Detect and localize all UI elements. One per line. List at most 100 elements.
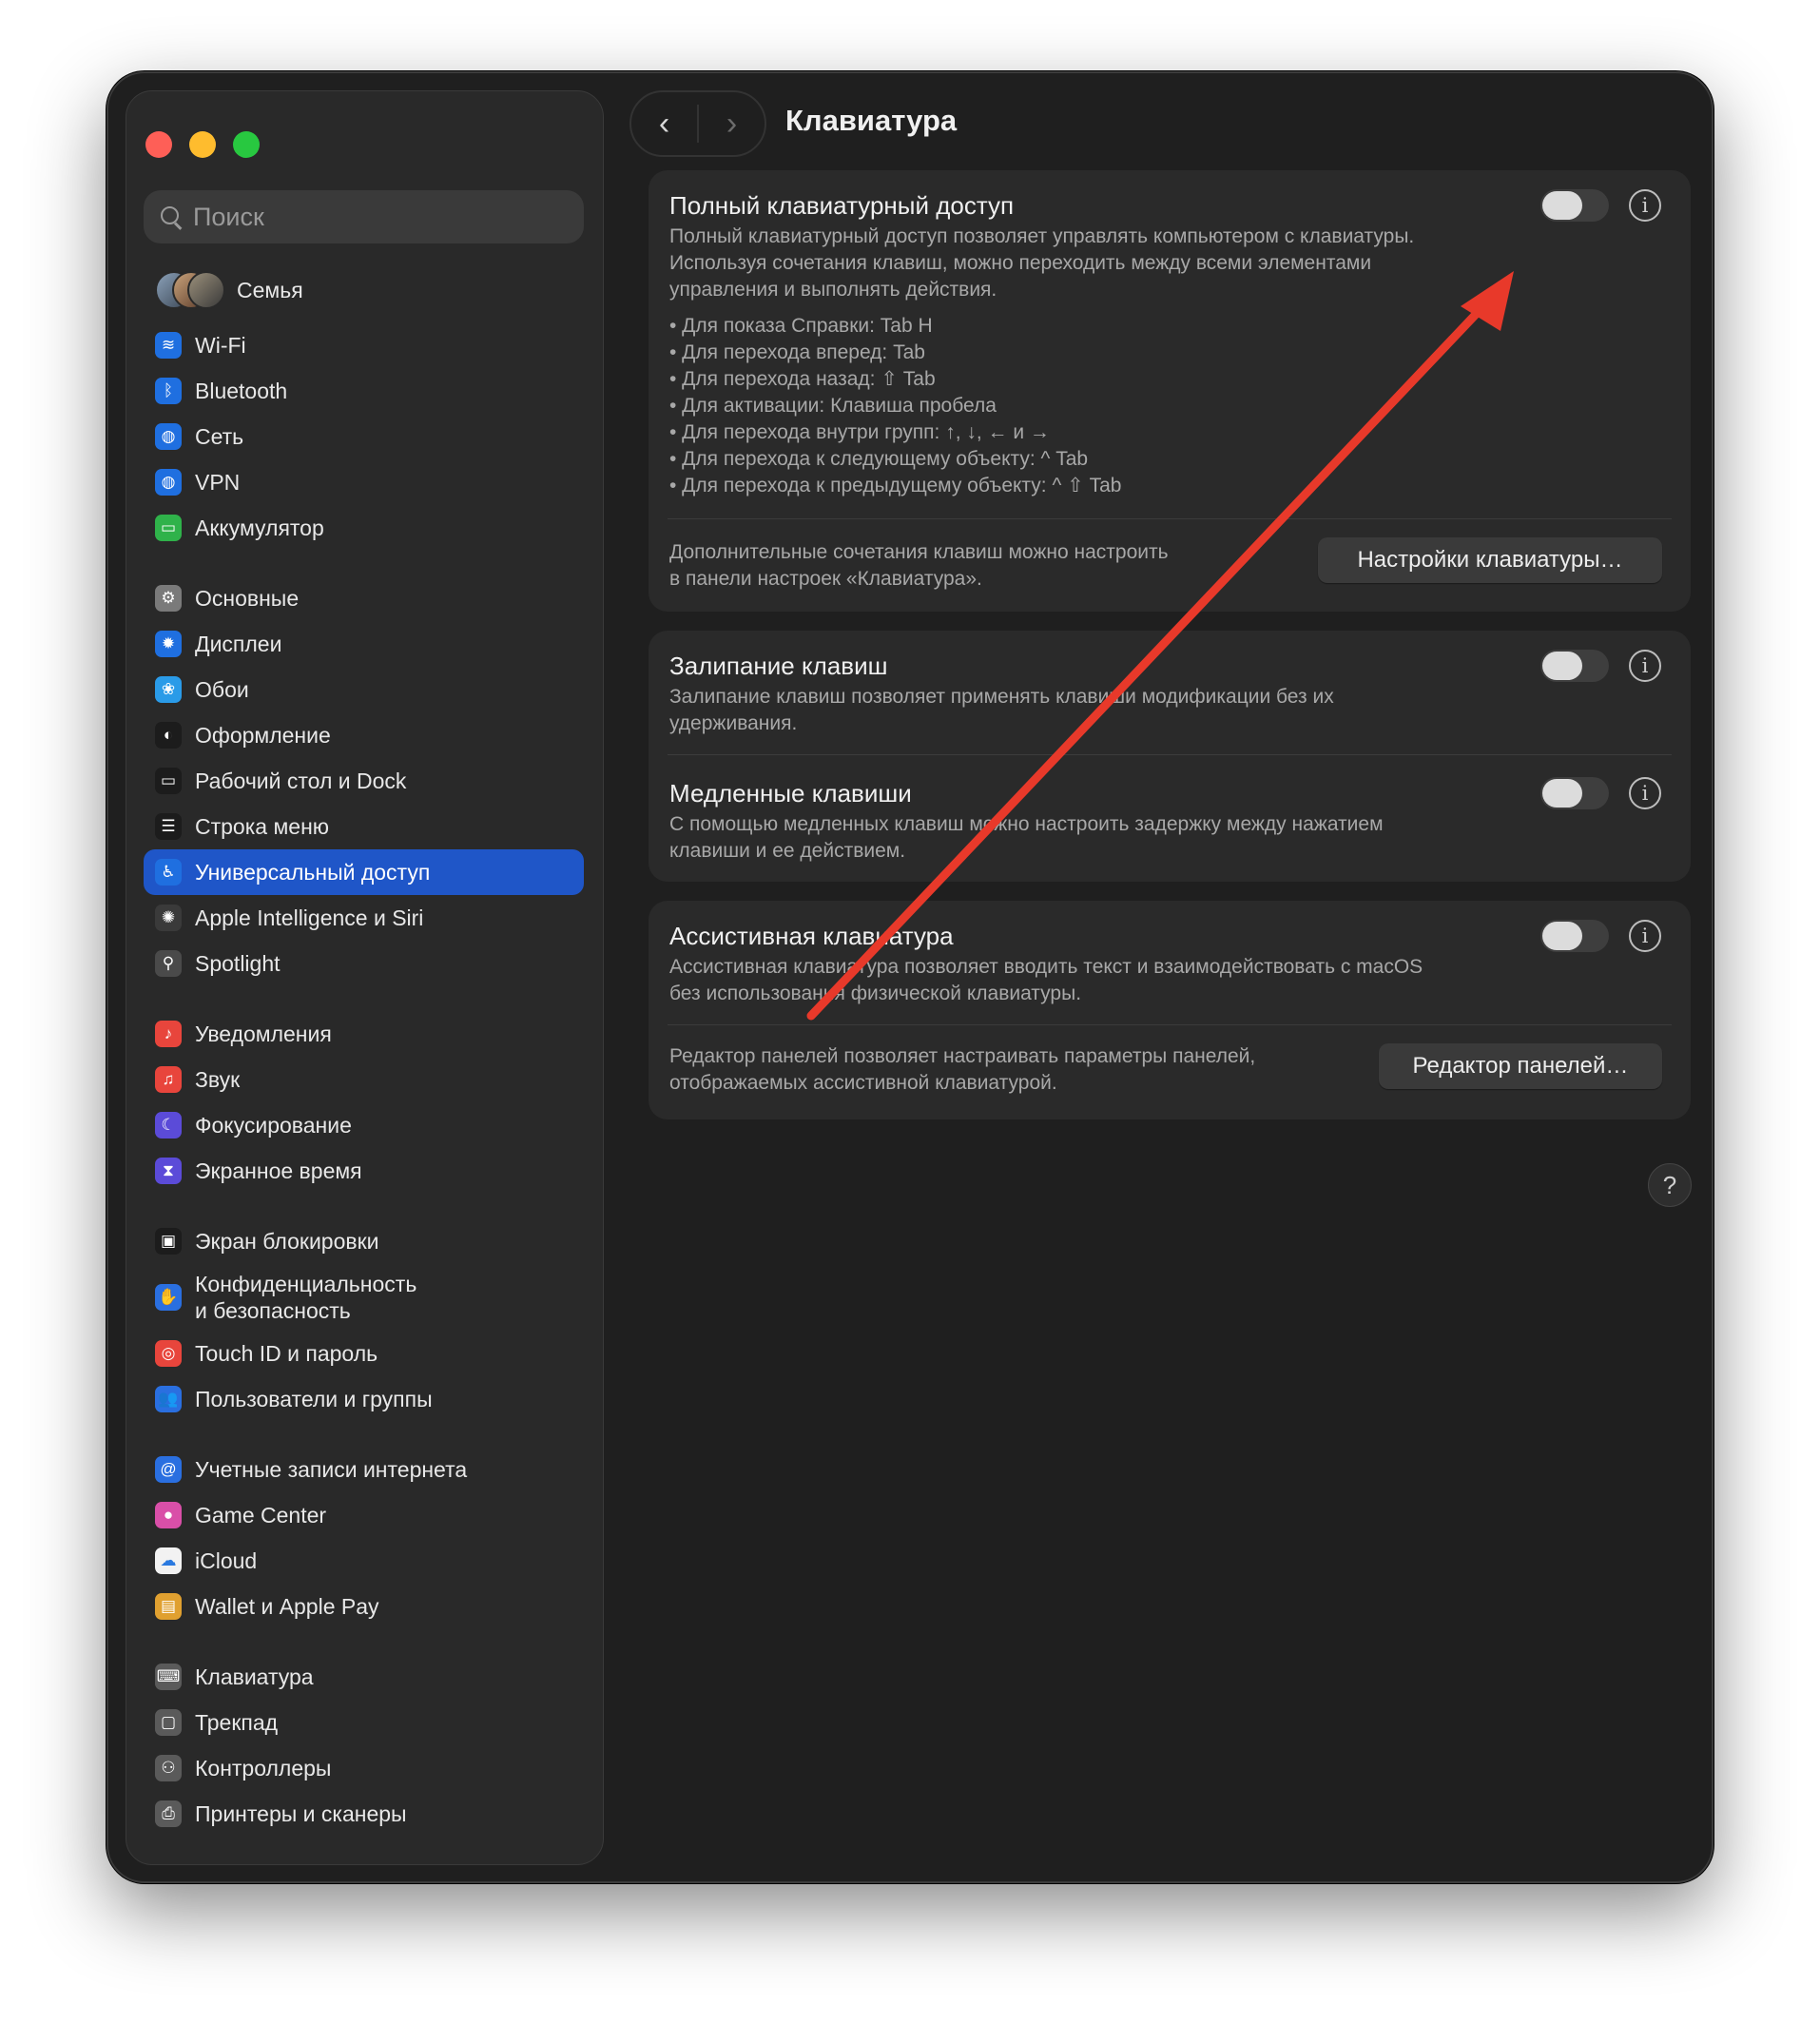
- back-button[interactable]: ‹: [631, 92, 697, 155]
- sidebar-item-hand[interactable]: ✋ Конфиденциальность и безопасность: [144, 1268, 584, 1327]
- search-input[interactable]: [193, 202, 554, 232]
- sticky-keys-description: Залипание клавиш позволяет применять кла…: [669, 684, 1334, 737]
- sidebar-item-vpn-globe[interactable]: ◍ VPN: [144, 459, 584, 505]
- sidebar-item-label: Game Center: [195, 1502, 327, 1528]
- full-keyboard-access-card: Полный клавиатурный доступ i Полный клав…: [649, 170, 1691, 612]
- cloud-icon: ☁: [155, 1547, 182, 1574]
- slow-keys-title: Медленные клавиши: [669, 779, 912, 808]
- sidebar-item-label: Аккумулятор: [195, 515, 324, 540]
- sidebar-item-label: iCloud: [195, 1547, 258, 1573]
- sidebar-item-keyboard[interactable]: ⌨ Клавиатура: [144, 1654, 584, 1700]
- sidebar-item-game-center[interactable]: ● Game Center: [144, 1492, 584, 1538]
- info-icon[interactable]: i: [1629, 189, 1661, 222]
- full-keyboard-access-description: Полный клавиатурный доступ позволяет упр…: [669, 224, 1414, 303]
- shortcut-item: • Для перехода вперед: Tab: [669, 341, 925, 363]
- slow-keys-toggle[interactable]: [1540, 777, 1609, 809]
- sidebar-item-cloud[interactable]: ☁ iCloud: [144, 1538, 584, 1584]
- forward-button[interactable]: ›: [699, 92, 765, 155]
- sidebar-item-label: Клавиатура: [195, 1664, 314, 1689]
- sidebar-item-battery[interactable]: ▭ Аккумулятор: [144, 505, 584, 551]
- sidebar-item-dock[interactable]: ▭ Рабочий стол и Dock: [144, 758, 584, 804]
- sidebar-item-label: Звук: [195, 1066, 241, 1092]
- sidebar: Семья ≋ Wi-Fi ᛒ Bluetooth ◍ Сеть ◍ VPN ▭ Аккумуля…: [126, 90, 604, 1865]
- speaker-icon: ♫: [155, 1066, 182, 1093]
- sidebar-item-lock[interactable]: ▣ Экран блокировки: [144, 1218, 584, 1264]
- sidebar-item-fingerprint[interactable]: ◎ Touch ID и пароль: [144, 1331, 584, 1376]
- sidebar-item-wifi[interactable]: ≋ Wi-Fi: [144, 322, 584, 368]
- avatar: [187, 271, 225, 309]
- sidebar-item-label: Дисплеи: [195, 631, 282, 656]
- description-line: Ассистивная клавиатура позволяет вводить…: [669, 956, 1423, 978]
- minimize-button[interactable]: [189, 131, 216, 158]
- assistive-keyboard-toggle[interactable]: [1540, 920, 1609, 952]
- search-field[interactable]: [144, 190, 584, 243]
- sidebar-item-hourglass[interactable]: ⧗ Экранное время: [144, 1148, 584, 1194]
- sidebar-item-wallpaper-flower[interactable]: ❀ Обои: [144, 667, 584, 712]
- trackpad-icon: ▢: [155, 1709, 182, 1736]
- sidebar-item-moon[interactable]: ☾ Фокусирование: [144, 1102, 584, 1148]
- description-line: С помощью медленных клавиш можно настрои…: [669, 813, 1384, 835]
- shortcut-item: • Для перехода к предыдущему объекту: ^ …: [669, 475, 1122, 496]
- info-icon[interactable]: i: [1629, 777, 1661, 809]
- sidebar-item-at[interactable]: @ Учетные записи интернета: [144, 1447, 584, 1492]
- sidebar-item-trackpad[interactable]: ▢ Трекпад: [144, 1700, 584, 1745]
- sidebar-item-sun[interactable]: ✹ Дисплеи: [144, 621, 584, 667]
- sticky-keys-toggle[interactable]: [1540, 650, 1609, 682]
- sidebar-item-speaker[interactable]: ♫ Звук: [144, 1057, 584, 1102]
- bluetooth-icon: ᛒ: [155, 378, 182, 404]
- sidebar-item-printer[interactable]: ⎙ Принтеры и сканеры: [144, 1791, 584, 1837]
- sticky-slow-keys-card: Залипание клавиш i Залипание клавиш позв…: [649, 631, 1691, 882]
- sidebar-item-label: Touch ID и пароль: [195, 1340, 378, 1366]
- battery-icon: ▭: [155, 515, 182, 541]
- sidebar-item-wallet[interactable]: ▤ Wallet и Apple Pay: [144, 1584, 584, 1629]
- sidebar-item-appearance[interactable]: ◐ Оформление: [144, 712, 584, 758]
- shortcut-list: • Для показа Справки: Tab H • Для перехо…: [669, 313, 1121, 499]
- sidebar-item-label: Принтеры и сканеры: [195, 1800, 407, 1826]
- sidebar-item-label: Фокусирование: [195, 1112, 352, 1138]
- gamepad-icon: ⚇: [155, 1755, 182, 1781]
- accessibility-icon: ♿: [155, 859, 182, 886]
- sidebar-item-label: VPN: [195, 469, 241, 495]
- hint-line: Редактор панелей позволяет настраивать п…: [669, 1045, 1256, 1067]
- sidebar-item-gear[interactable]: ⚙ Основные: [144, 575, 584, 621]
- description-line: управления и выполнять действия.: [669, 279, 997, 301]
- panel-editor-hint: Редактор панелей позволяет настраивать п…: [669, 1043, 1255, 1097]
- full-keyboard-access-title: Полный клавиатурный доступ: [669, 191, 1015, 220]
- sidebar-item-label: Уведомления: [195, 1021, 332, 1046]
- close-button[interactable]: [145, 131, 172, 158]
- info-icon[interactable]: i: [1629, 650, 1661, 682]
- sidebar-item-label: Семья: [237, 277, 303, 302]
- zoom-button[interactable]: [233, 131, 260, 158]
- sidebar-item-accessibility[interactable]: ♿ Универсальный доступ: [144, 849, 584, 895]
- help-button[interactable]: ?: [1648, 1163, 1692, 1207]
- printer-icon: ⎙: [155, 1800, 182, 1827]
- page-title: Клавиатура: [785, 104, 958, 137]
- divider: [668, 1024, 1672, 1025]
- assistive-keyboard-title: Ассистивная клавиатура: [669, 922, 954, 950]
- keyboard-settings-button[interactable]: Настройки клавиатуры…: [1318, 537, 1662, 583]
- sidebar-item-gamepad[interactable]: ⚇ Контроллеры: [144, 1745, 584, 1791]
- sidebar-item-siri[interactable]: ✺ Apple Intelligence и Siri: [144, 895, 584, 941]
- toggle-knob: [1542, 922, 1582, 950]
- assistive-keyboard-description: Ассистивная клавиатура позволяет вводить…: [669, 954, 1423, 1007]
- sidebar-item-globe[interactable]: ◍ Сеть: [144, 414, 584, 459]
- gear-icon: ⚙: [155, 585, 182, 612]
- wallet-icon: ▤: [155, 1593, 182, 1620]
- sidebar-item-label: Учетные записи интернета: [195, 1456, 468, 1482]
- sidebar-item-family[interactable]: Семья: [155, 269, 303, 311]
- appearance-icon: ◐: [155, 722, 182, 749]
- window-controls: [145, 131, 260, 158]
- main-content: ‹ › Клавиатура Полный клавиатурный досту…: [622, 73, 1712, 1881]
- sidebar-item-spotlight-search[interactable]: ⚲ Spotlight: [144, 941, 584, 986]
- slow-keys-description: С помощью медленных клавиш можно настрои…: [669, 811, 1384, 865]
- full-keyboard-access-toggle[interactable]: [1540, 189, 1609, 222]
- sidebar-item-bluetooth[interactable]: ᛒ Bluetooth: [144, 368, 584, 414]
- panel-editor-button[interactable]: Редактор панелей…: [1379, 1043, 1662, 1089]
- sidebar-item-label: Трекпад: [195, 1709, 279, 1735]
- sidebar-item-users[interactable]: 👥 Пользователи и группы: [144, 1376, 584, 1422]
- wallpaper-flower-icon: ❀: [155, 676, 182, 703]
- sidebar-item-bell[interactable]: ♪ Уведомления: [144, 1011, 584, 1057]
- sidebar-item-menubar[interactable]: ☰ Строка меню: [144, 804, 584, 849]
- info-icon[interactable]: i: [1629, 920, 1661, 952]
- globe-icon: ◍: [155, 423, 182, 450]
